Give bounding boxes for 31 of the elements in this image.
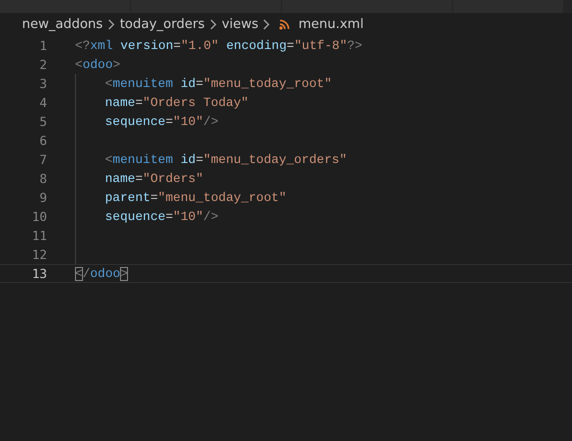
chevron-right-icon — [263, 18, 270, 30]
rss-icon — [279, 18, 290, 30]
line-number: 4 — [38, 95, 47, 110]
line-number: 5 — [38, 114, 47, 129]
line-number: 7 — [38, 152, 47, 167]
breadcrumb-item[interactable]: views — [222, 16, 258, 32]
breadcrumb-item[interactable]: today_orders — [120, 16, 205, 32]
code-line: name="Orders" — [105, 172, 204, 186]
code-line: sequence="10"/> — [105, 114, 218, 128]
code-line: parent="menu_today_root" — [105, 190, 286, 204]
breadcrumb-item[interactable]: new_addons — [22, 16, 103, 32]
code-line: <menuitem id="menu_today_orders" — [105, 152, 347, 166]
code-line: <?xml version="1.0" encoding="utf-8"?> — [75, 38, 362, 52]
code-line: sequence="10"/> — [105, 210, 218, 224]
line-number: 13 — [30, 266, 47, 281]
line-number: 6 — [38, 133, 47, 148]
code-line: name="Orders Today" — [105, 96, 249, 110]
line-number: 11 — [30, 228, 47, 243]
chevron-right-icon — [210, 18, 217, 30]
line-number: 10 — [30, 209, 47, 224]
code-line: </odoo> — [75, 266, 128, 280]
chevron-right-icon — [108, 18, 115, 30]
line-number: 9 — [38, 190, 47, 205]
line-number: 8 — [38, 171, 47, 186]
code-line: <menuitem id="menu_today_root" — [105, 76, 332, 90]
line-number: 2 — [38, 57, 47, 72]
line-number: 1 — [38, 38, 47, 53]
breadcrumb-item[interactable]: menu.xml — [298, 16, 364, 32]
line-number: 3 — [38, 76, 47, 91]
line-number: 12 — [30, 247, 47, 262]
code-line: <odoo> — [75, 58, 120, 72]
